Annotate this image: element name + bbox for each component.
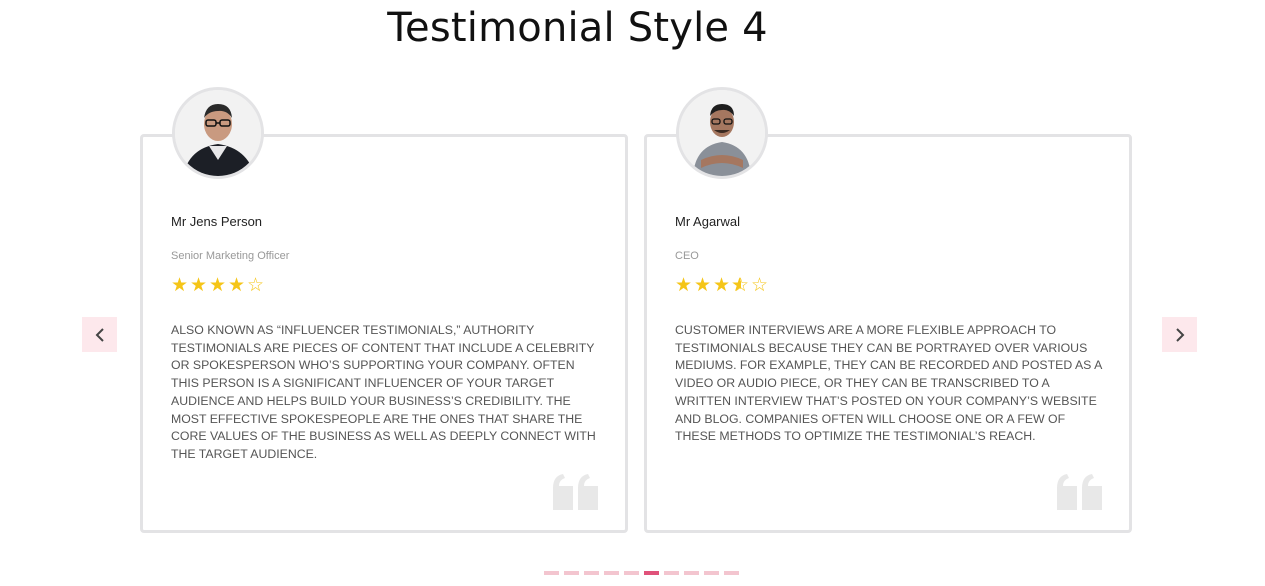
pagination-dot[interactable]: [684, 571, 699, 575]
pagination-dot[interactable]: [564, 571, 579, 575]
testimonial-card: Mr Jens Person Senior Marketing Officer …: [140, 87, 628, 533]
pagination-dot[interactable]: [584, 571, 599, 575]
testimonial-role: Senior Marketing Officer: [171, 250, 290, 262]
avatar: [676, 87, 768, 179]
star-filled-icon: ★: [208, 274, 227, 296]
next-button[interactable]: [1162, 317, 1197, 352]
star-filled-icon: ★: [712, 274, 731, 296]
prev-button[interactable]: [82, 317, 117, 352]
star-filled-icon: ★: [693, 274, 712, 296]
testimonial-card: Mr Agarwal CEO ★ ★ ★ ☆ ★ ☆ CUSTOMER INTERVIEW…: [644, 87, 1132, 533]
testimonial-name: Mr Jens Person: [171, 214, 263, 229]
pagination-dot[interactable]: [704, 571, 719, 575]
quote-icon: [553, 474, 598, 510]
pagination-dot[interactable]: [724, 571, 739, 575]
pagination-dot[interactable]: [604, 571, 619, 575]
pagination-dot[interactable]: [624, 571, 639, 575]
pagination-dot[interactable]: [664, 571, 679, 575]
testimonial-text: ALSO KNOWN AS “INFLUENCER TESTIMONIALS,”…: [171, 323, 596, 461]
avatar: [172, 87, 264, 179]
pagination-dot[interactable]: [544, 571, 559, 575]
page-title: Testimonial Style 4: [387, 5, 768, 51]
star-filled-icon: ★: [189, 274, 208, 296]
star-filled-icon: ★: [170, 274, 189, 296]
star-rating: ★ ★ ★ ☆ ★ ☆: [674, 275, 769, 295]
testimonial-text: CUSTOMER INTERVIEWS ARE A MORE FLEXIBLE …: [675, 323, 1102, 444]
testimonial-role: CEO: [675, 250, 699, 262]
star-filled-icon: ★: [674, 274, 693, 296]
star-empty-icon: ☆: [246, 274, 265, 296]
star-empty-icon: ☆: [750, 274, 769, 296]
star-filled-icon: ★: [227, 274, 246, 296]
star-half-icon: ☆ ★: [731, 274, 750, 296]
chevron-right-icon: [1175, 327, 1184, 342]
pagination-dot[interactable]: [644, 571, 659, 575]
star-rating: ★ ★ ★ ★ ☆: [170, 275, 265, 295]
quote-icon: [1057, 474, 1102, 510]
testimonial-name: Mr Agarwal: [675, 214, 741, 229]
carousel-pagination: [544, 571, 739, 575]
chevron-left-icon: [95, 327, 104, 342]
